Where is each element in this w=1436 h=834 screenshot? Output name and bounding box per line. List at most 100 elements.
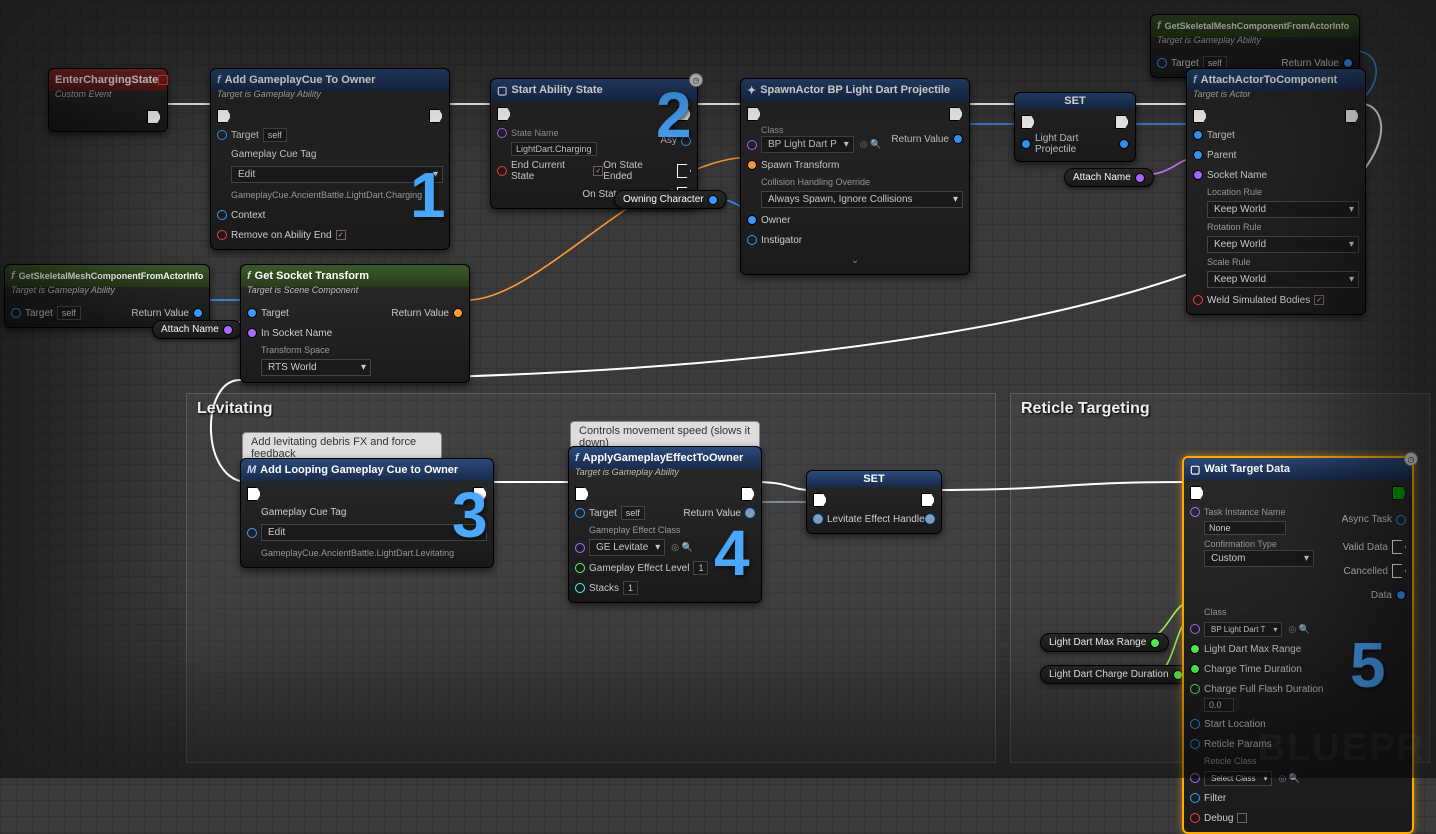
return-pin[interactable] (193, 308, 203, 318)
exec-out-pin[interactable] (921, 493, 935, 507)
node-spawn-actor[interactable]: ✦SpawnActor BP Light Dart Projectile Cla… (740, 78, 970, 275)
asset-picker-icons[interactable]: ◎ 🔍 (1278, 773, 1300, 784)
node-get-socket-transform[interactable]: fGet Socket Transform Target is Scene Co… (240, 264, 470, 383)
reticle-class-dropdown[interactable]: Select Class (1204, 771, 1272, 786)
delegate-pin[interactable] (158, 75, 168, 85)
remove-checkbox[interactable]: ✓ (336, 230, 346, 240)
socket-name-pin[interactable] (247, 328, 257, 338)
out-pin[interactable] (708, 195, 718, 205)
async-pin[interactable] (1396, 515, 1406, 525)
space-dropdown[interactable]: RTS World (261, 359, 371, 376)
var-charge-duration[interactable]: Light Dart Charge Duration (1040, 665, 1192, 684)
node-get-skeletal-mesh-2[interactable]: fGetSkeletalMeshComponentFromActorInfo T… (4, 264, 210, 328)
on-ended-pin[interactable] (677, 164, 691, 178)
node-set-levitate-handle[interactable]: SET Levitate Effect Handle (806, 470, 942, 534)
target-pin[interactable] (575, 508, 585, 518)
return-pin[interactable] (953, 134, 963, 144)
target-pin[interactable] (247, 308, 257, 318)
scale-rule-dropdown[interactable]: Keep World (1207, 271, 1359, 288)
node-attach-actor[interactable]: fAttachActorToComponent Target is Actor … (1186, 68, 1366, 315)
exec-out-pin[interactable] (1392, 486, 1406, 500)
ge-class-dropdown[interactable]: GE Levitate (589, 539, 665, 556)
reticle-class-pin[interactable] (1190, 773, 1200, 783)
out-pin[interactable] (1150, 638, 1160, 648)
remove-pin[interactable] (217, 230, 227, 240)
var-max-range[interactable]: Light Dart Max Range (1040, 633, 1169, 652)
class-dropdown[interactable]: BP Light Dart T (1204, 622, 1282, 637)
class-dropdown[interactable]: BP Light Dart P (761, 136, 854, 153)
exec-in-pin[interactable] (575, 487, 589, 501)
instigator-pin[interactable] (747, 235, 757, 245)
class-pin[interactable] (575, 543, 585, 553)
cancelled-pin[interactable] (1392, 564, 1406, 578)
in-pin[interactable] (1021, 139, 1031, 149)
exec-out-pin[interactable] (1345, 109, 1359, 123)
exec-in-pin[interactable] (747, 107, 761, 121)
stacks-input[interactable]: 1 (623, 581, 638, 595)
out-pin[interactable] (1119, 139, 1129, 149)
exec-in-pin[interactable] (247, 487, 261, 501)
weld-pin[interactable] (1193, 295, 1203, 305)
class-pin[interactable] (1190, 624, 1200, 634)
return-pin[interactable] (453, 308, 463, 318)
out-pin[interactable] (1135, 173, 1145, 183)
confirmation-dropdown[interactable]: Custom (1204, 550, 1314, 567)
node-set-projectile[interactable]: SET Light Dart Projectile (1014, 92, 1136, 162)
reticle-params-pin[interactable] (1190, 739, 1200, 749)
exec-in-pin[interactable] (217, 109, 231, 123)
asset-picker-icons[interactable]: ◎ 🔍 (671, 542, 693, 553)
target-pin[interactable] (1157, 58, 1167, 68)
exec-in-pin[interactable] (1193, 109, 1207, 123)
flash-input[interactable]: 0.0 (1204, 698, 1234, 712)
flash-dur-pin[interactable] (1190, 684, 1200, 694)
weld-checkbox[interactable]: ✓ (1314, 295, 1324, 305)
target-pin[interactable] (11, 308, 21, 318)
task-name-pin[interactable] (1190, 507, 1200, 517)
state-name-pin[interactable] (497, 128, 507, 138)
location-rule-dropdown[interactable]: Keep World (1207, 201, 1359, 218)
exec-out-pin[interactable] (1115, 115, 1129, 129)
var-attach-name-1[interactable]: Attach Name (1064, 168, 1154, 187)
debug-pin[interactable] (1190, 813, 1200, 823)
context-pin[interactable] (217, 210, 227, 220)
level-input[interactable]: 1 (693, 561, 708, 575)
max-range-pin[interactable] (1190, 644, 1200, 654)
parent-pin[interactable] (1193, 150, 1203, 160)
spawn-transform-pin[interactable] (747, 160, 757, 170)
exec-out-pin[interactable] (741, 487, 755, 501)
exec-in-pin[interactable] (1190, 486, 1204, 500)
debug-checkbox[interactable] (1237, 813, 1247, 823)
rotation-rule-dropdown[interactable]: Keep World (1207, 236, 1359, 253)
out-pin[interactable] (223, 325, 233, 335)
end-current-checkbox[interactable]: ✓ (593, 166, 603, 176)
class-pin[interactable] (747, 140, 757, 150)
node-enter-charging[interactable]: EnterChargingState Custom Event (48, 68, 168, 132)
charge-time-pin[interactable] (1190, 664, 1200, 674)
end-current-pin[interactable] (497, 166, 507, 176)
tag-pin[interactable] (247, 528, 257, 538)
collision-dropdown[interactable]: Always Spawn, Ignore Collisions (761, 191, 963, 208)
start-loc-pin[interactable] (1190, 719, 1200, 729)
in-pin[interactable] (813, 514, 823, 524)
return-pin[interactable] (1343, 58, 1353, 68)
valid-data-pin[interactable] (1392, 540, 1406, 554)
exec-in-pin[interactable] (1021, 115, 1035, 129)
level-pin[interactable] (575, 563, 585, 573)
owner-pin[interactable] (747, 215, 757, 225)
task-name-input[interactable]: None (1204, 521, 1286, 535)
target-pin[interactable] (217, 130, 227, 140)
out-pin[interactable] (925, 514, 935, 524)
target-pin[interactable] (1193, 130, 1203, 140)
var-owning-character[interactable]: Owning Character (614, 190, 727, 209)
expand-icon[interactable]: ⌄ (747, 252, 963, 268)
asset-picker-icons[interactable]: ◎ 🔍 (1288, 624, 1310, 635)
socket-pin[interactable] (1193, 170, 1203, 180)
filter-pin[interactable] (1190, 793, 1200, 803)
exec-in-pin[interactable] (813, 493, 827, 507)
var-attach-name-2[interactable]: Attach Name (152, 320, 242, 339)
exec-out-pin[interactable] (429, 109, 443, 123)
data-pin[interactable] (1396, 590, 1406, 600)
state-name-input[interactable]: LightDart.Charging (511, 142, 597, 156)
exec-in-pin[interactable] (497, 107, 511, 121)
stacks-pin[interactable] (575, 583, 585, 593)
